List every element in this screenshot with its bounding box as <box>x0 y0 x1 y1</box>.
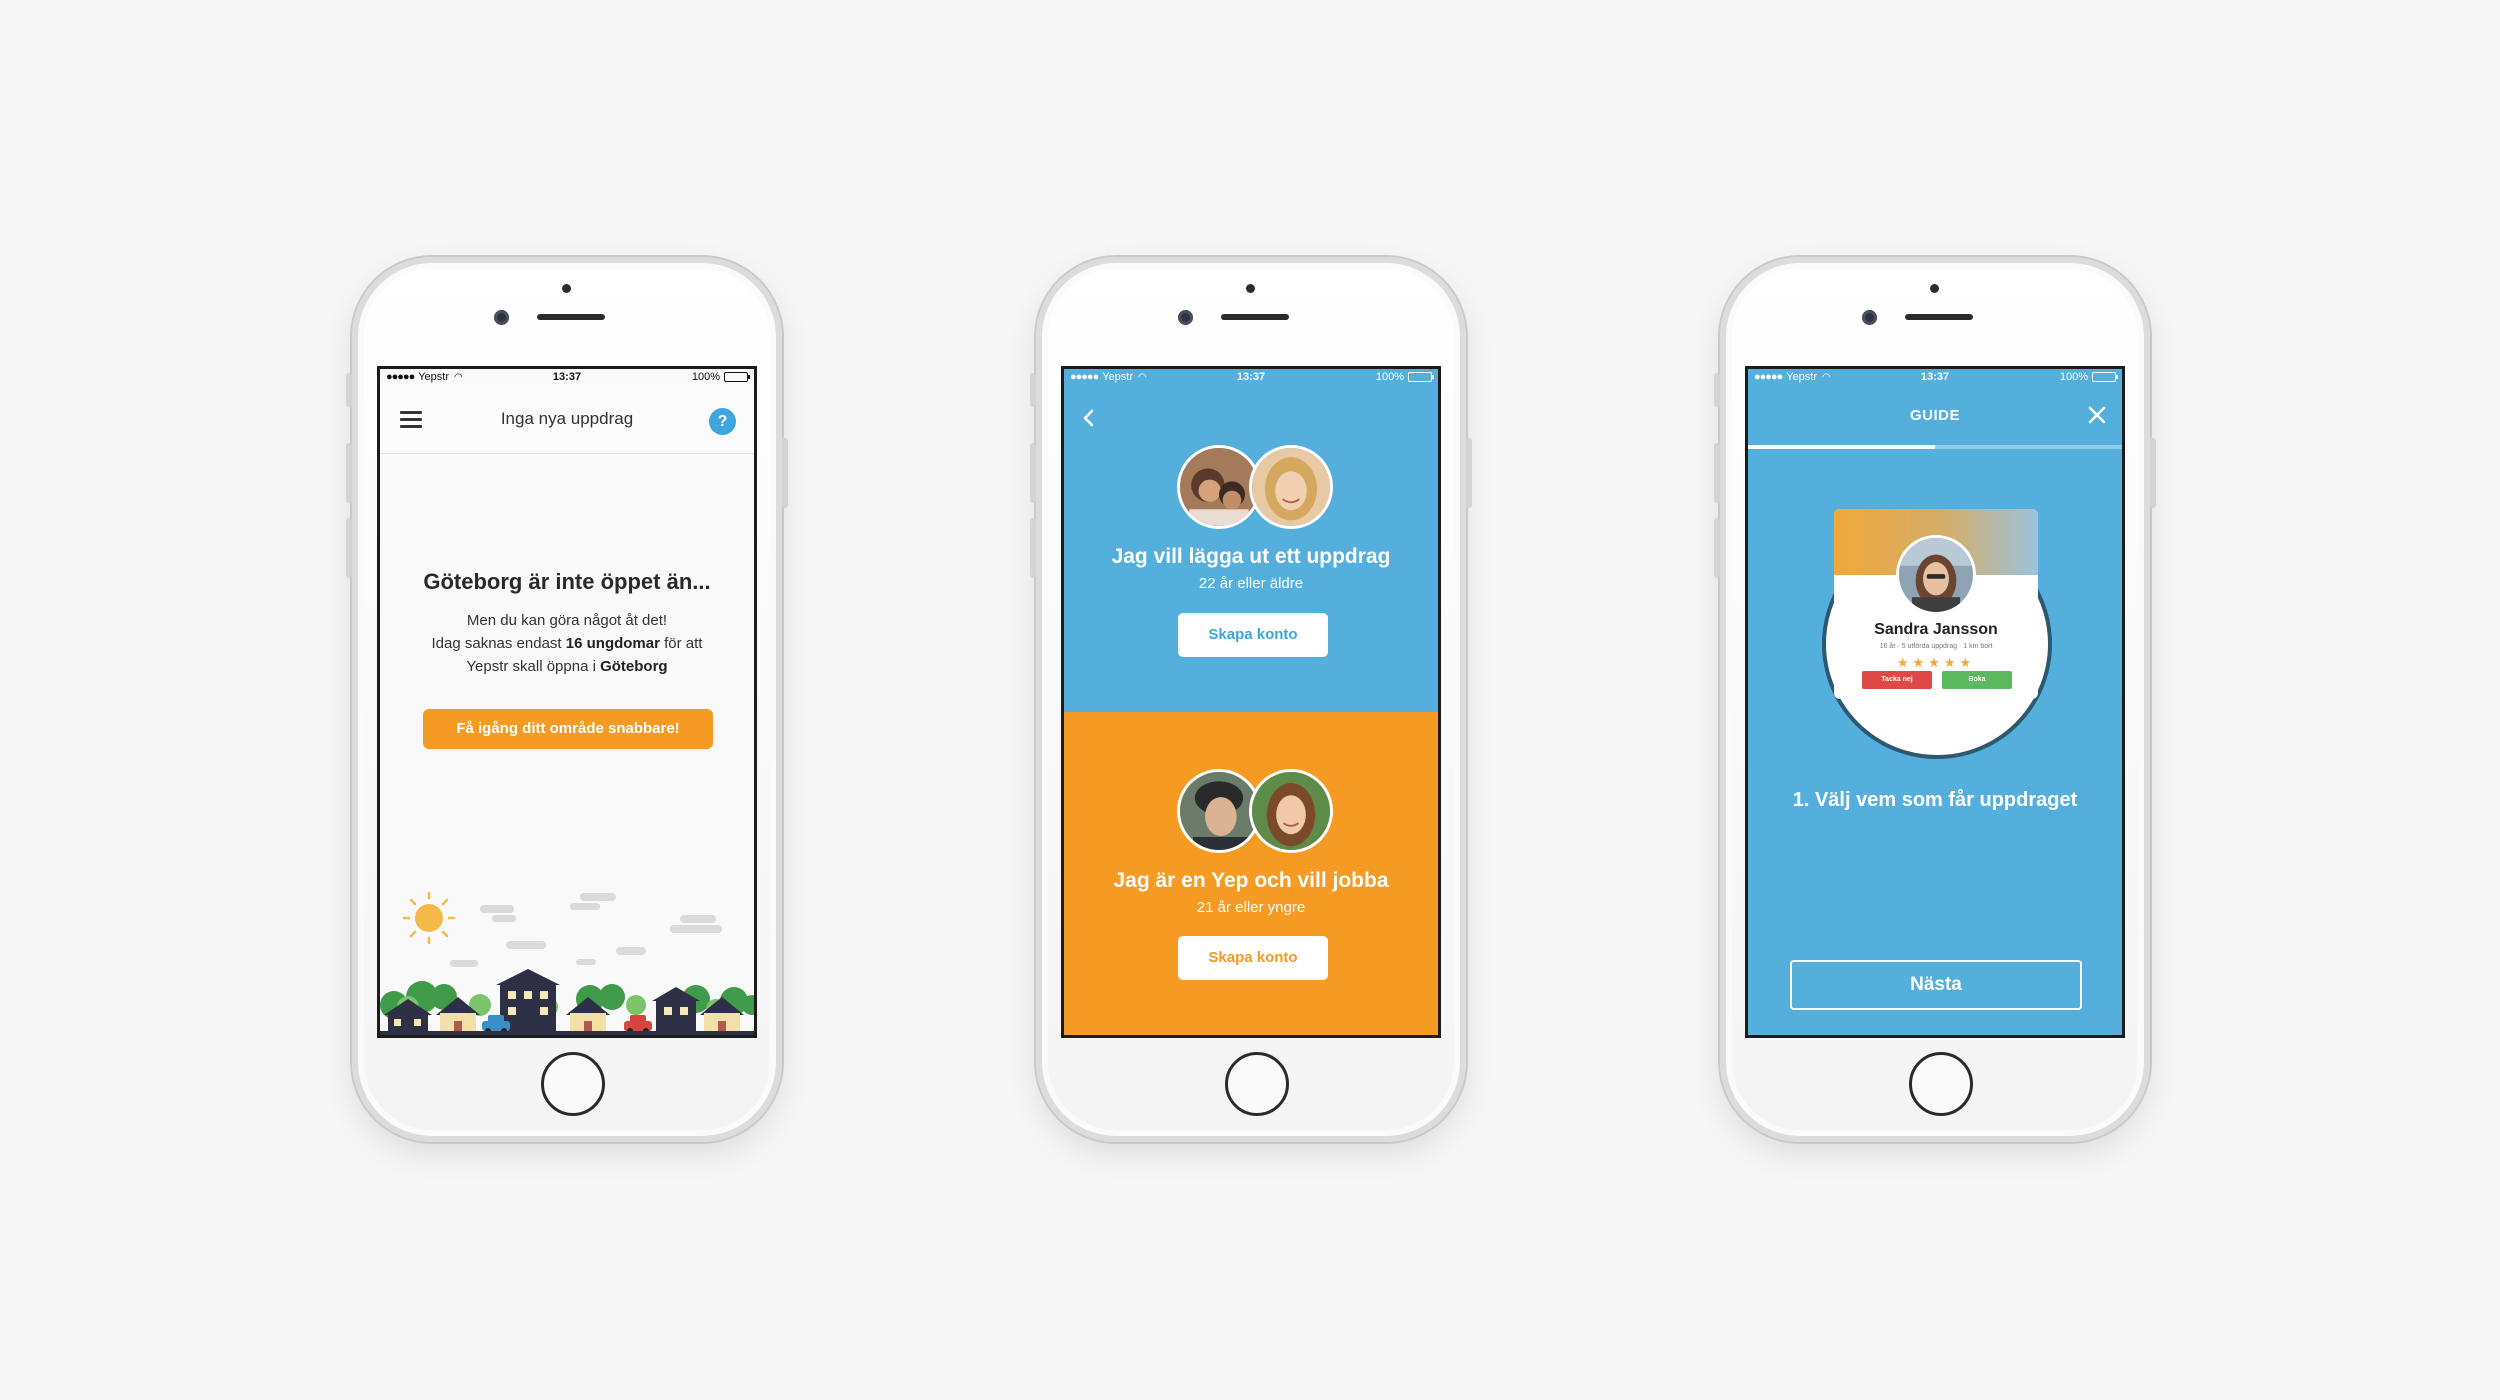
screen-guide: ●●●●● Yepstr ◠ 13:37 100% GUIDE Sandra J… <box>1745 366 2125 1038</box>
worker-age-hint: 21 år eller yngre <box>1196 899 1306 916</box>
empty-state-title: Göteborg är inte öppet än... <box>423 569 711 594</box>
profile-actions: Tacka nej Boka <box>1862 671 2012 689</box>
empty-state-body: Men du kan göra något åt det! Idag sakna… <box>410 609 724 678</box>
employer-avatars <box>1177 445 1333 529</box>
home-button[interactable] <box>1225 1052 1289 1116</box>
status-time: 13:37 <box>1236 371 1266 383</box>
top-navbar: Inga nya uppdrag ? <box>380 385 754 454</box>
home-button[interactable] <box>541 1052 605 1116</box>
screen-choose-role: ●●●●● Yepstr ◠ 13:37 100% Jag vill lägga… <box>1061 366 1441 1038</box>
page-title: Inga nya uppdrag <box>500 409 634 428</box>
city-name: Göteborg <box>600 658 668 675</box>
volume-up-button <box>1714 443 1720 503</box>
town-illustration <box>380 891 754 1035</box>
power-button <box>782 438 788 508</box>
volume-up-button <box>346 443 352 503</box>
decline-button[interactable]: Tacka nej <box>1862 671 1932 689</box>
mute-switch <box>1714 373 1720 407</box>
help-icon[interactable]: ? <box>709 408 736 435</box>
profile-name: Sandra Jansson <box>1874 621 1998 638</box>
battery-icon <box>1408 372 1434 382</box>
status-bar: ●●●●● Yepstr ◠ 13:37 100% <box>1064 369 1438 385</box>
clouds <box>450 893 722 967</box>
next-button[interactable]: Nästa <box>1790 960 2082 1010</box>
profile-avatar <box>1896 535 1976 615</box>
volume-down-button <box>1030 518 1036 578</box>
earpiece-speaker <box>537 314 605 320</box>
battery-icon <box>724 372 750 382</box>
front-camera <box>494 310 509 325</box>
home-button[interactable] <box>1909 1052 1973 1116</box>
phone-mockup-1: ●●●●● Yepstr ◠ 13:37 100% Inga nya uppdr… <box>346 257 788 1142</box>
worker-avatars <box>1177 769 1333 853</box>
close-icon[interactable] <box>2086 404 2108 426</box>
phone-mockup-2: ●●●●● Yepstr ◠ 13:37 100% Jag vill lägga… <box>1030 257 1472 1142</box>
front-camera <box>1178 310 1193 325</box>
guide-progress-bar <box>1748 445 2122 449</box>
body-line-2: Idag saknas endast 16 ungdomar för att <box>431 635 703 652</box>
front-camera <box>1862 310 1877 325</box>
battery-icon <box>2092 372 2118 382</box>
employer-age-hint: 22 år eller äldre <box>1198 575 1304 592</box>
avatar-woman-blonde <box>1249 445 1333 529</box>
screen-no-jobs: ●●●●● Yepstr ◠ 13:37 100% Inga nya uppdr… <box>377 366 757 1038</box>
body-line-1: Men du kan göra något åt det! <box>466 612 668 629</box>
proximity-sensor <box>1246 284 1255 293</box>
volume-down-button <box>346 518 352 578</box>
missing-count: 16 ungdomar <box>565 635 660 652</box>
earpiece-speaker <box>1221 314 1289 320</box>
power-button <box>1466 438 1472 508</box>
volume-down-button <box>1714 518 1720 578</box>
earpiece-speaker <box>1905 314 1973 320</box>
rating-stars: ★★★★★ <box>1896 655 1976 670</box>
power-button <box>2150 438 2156 508</box>
avatar-young-woman <box>1249 769 1333 853</box>
status-bar: ●●●●● Yepstr ◠ 13:37 100% <box>380 369 754 385</box>
back-chevron-icon[interactable] <box>1078 407 1100 429</box>
volume-up-button <box>1030 443 1036 503</box>
profile-meta: 16 år · 5 utförda uppdrag · 1 km bort <box>1879 643 1993 650</box>
guide-progress-fill <box>1748 445 1935 449</box>
body-line-3: Yepstr skall öppna i Göteborg <box>466 658 668 675</box>
phone-mockup-3: ●●●●● Yepstr ◠ 13:37 100% GUIDE Sandra J… <box>1714 257 2156 1142</box>
employer-create-account-button[interactable]: Skapa konto <box>1178 613 1328 657</box>
worker-title: Jag är en Yep och vill jobba <box>1113 869 1389 892</box>
speed-up-area-button[interactable]: Få igång ditt område snabbare! <box>423 709 713 749</box>
proximity-sensor <box>562 284 571 293</box>
mute-switch <box>1030 373 1036 407</box>
sun-icon <box>402 891 456 945</box>
employer-section <box>1064 369 1438 712</box>
worker-create-account-button[interactable]: Skapa konto <box>1178 936 1328 980</box>
guide-step-text: 1. Välj vem som får uppdraget <box>1792 789 2078 811</box>
status-time: 13:37 <box>552 371 582 383</box>
book-button[interactable]: Boka <box>1942 671 2012 689</box>
mute-switch <box>346 373 352 407</box>
status-bar: ●●●●● Yepstr ◠ 13:37 100% <box>1748 369 2122 385</box>
guide-title: GUIDE <box>1909 407 1960 424</box>
employer-title: Jag vill lägga ut ett uppdrag <box>1111 545 1391 568</box>
proximity-sensor <box>1930 284 1939 293</box>
status-time: 13:37 <box>1920 371 1950 383</box>
